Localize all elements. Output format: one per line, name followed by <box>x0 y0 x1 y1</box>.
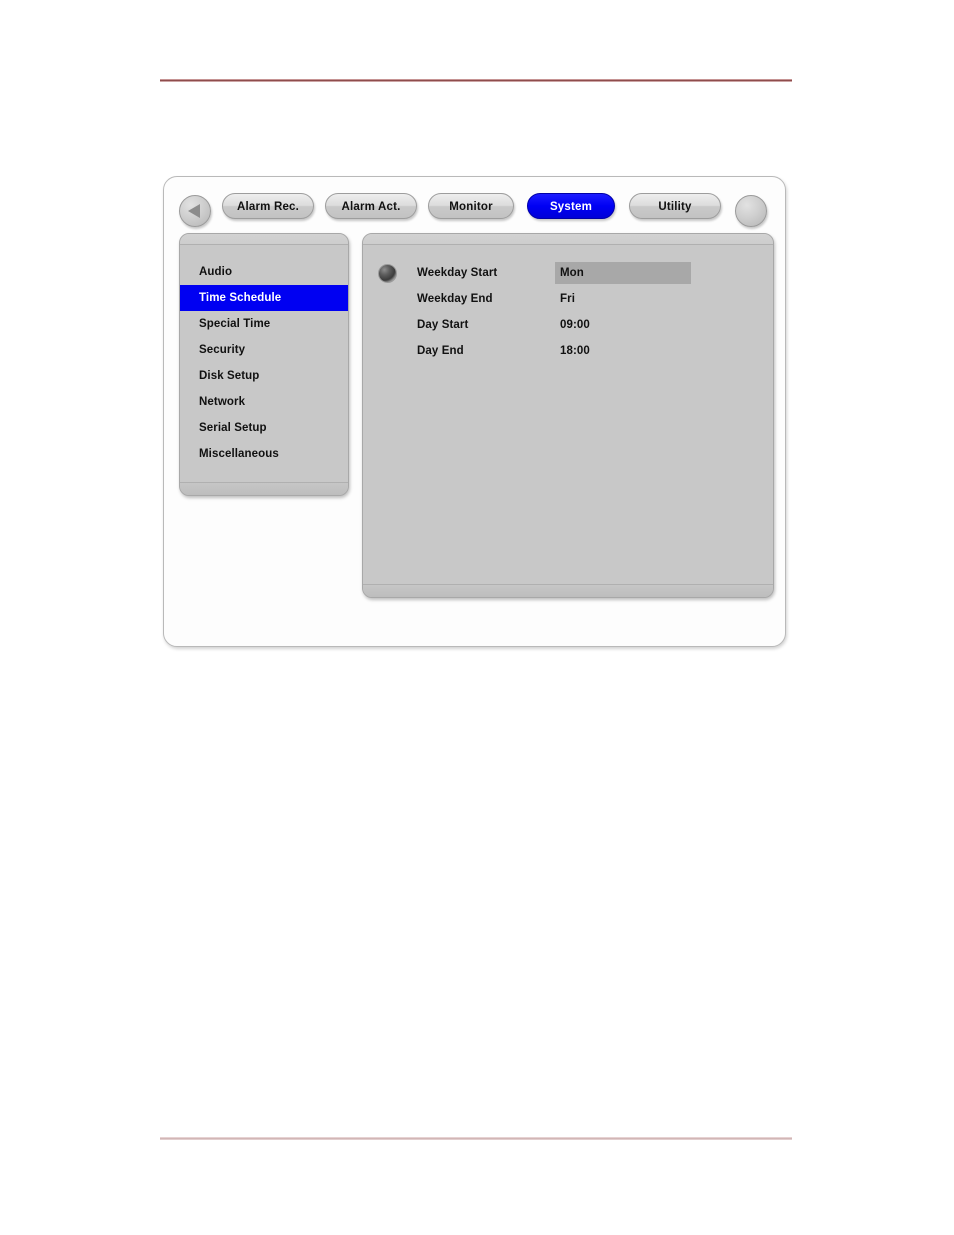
sidebar-panel-footer <box>180 482 348 495</box>
back-button[interactable] <box>179 195 211 227</box>
tab-monitor[interactable]: Monitor <box>428 193 514 219</box>
page-footer-rule <box>160 1137 792 1140</box>
sidebar-item-serial-setup[interactable]: Serial Setup <box>180 415 348 441</box>
content-panel-footer <box>363 584 773 597</box>
triangle-left-icon <box>188 204 200 218</box>
sidebar-item-network[interactable]: Network <box>180 389 348 415</box>
sidebar-item-miscellaneous[interactable]: Miscellaneous <box>180 441 348 467</box>
field-label-weekday-start: Weekday Start <box>417 267 498 279</box>
field-value-day-end[interactable]: 18:00 <box>555 340 590 362</box>
forward-button[interactable] <box>735 195 767 227</box>
sidebar-panel-header <box>180 234 348 245</box>
settings-field-list: Weekday Start Mon Weekday End Fri Day St… <box>363 260 773 364</box>
field-value-weekday-start[interactable]: Mon <box>555 262 691 284</box>
tab-alarm-act[interactable]: Alarm Act. <box>325 193 417 219</box>
field-value-weekday-end[interactable]: Fri <box>555 288 575 310</box>
field-row-day-end: Day End 18:00 <box>363 338 773 364</box>
field-row-weekday-start: Weekday Start Mon <box>363 260 773 286</box>
field-label-weekday-end: Weekday End <box>417 293 493 305</box>
page-header-rule <box>160 79 792 82</box>
sidebar-item-disk-setup[interactable]: Disk Setup <box>180 363 348 389</box>
tab-utility[interactable]: Utility <box>629 193 721 219</box>
sidebar-item-time-schedule[interactable]: Time Schedule <box>180 285 348 311</box>
field-value-day-start[interactable]: 09:00 <box>555 314 590 336</box>
sidebar-item-special-time[interactable]: Special Time <box>180 311 348 337</box>
field-row-weekday-end: Weekday End Fri <box>363 286 773 312</box>
device-osd-window: Alarm Rec. Alarm Act. Monitor System Uti… <box>163 176 786 647</box>
tab-alarm-rec[interactable]: Alarm Rec. <box>222 193 314 219</box>
tab-system[interactable]: System <box>527 193 615 219</box>
sidebar-list: Audio Time Schedule Special Time Securit… <box>180 259 348 467</box>
sidebar-item-security[interactable]: Security <box>180 337 348 363</box>
content-panel-header <box>363 234 773 245</box>
field-row-day-start: Day Start 09:00 <box>363 312 773 338</box>
sidebar-item-audio[interactable]: Audio <box>180 259 348 285</box>
field-label-day-end: Day End <box>417 345 464 357</box>
tab-bar: Alarm Rec. Alarm Act. Monitor System Uti… <box>164 191 787 233</box>
content-panel: Weekday Start Mon Weekday End Fri Day St… <box>362 233 774 598</box>
field-label-day-start: Day Start <box>417 319 469 331</box>
sidebar-panel: Audio Time Schedule Special Time Securit… <box>179 233 349 496</box>
